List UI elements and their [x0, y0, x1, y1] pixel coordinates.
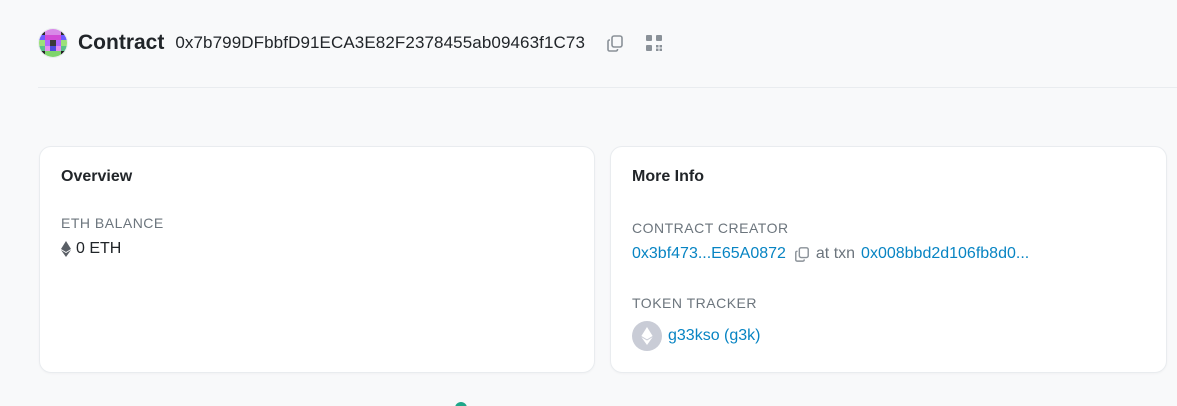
- overview-card: Overview ETH BALANCE 0 ETH: [39, 146, 595, 373]
- contract-page: Contract 0x7b799DFbbfD91ECA3E82F2378455a…: [0, 0, 1177, 406]
- status-indicator-dot: [455, 402, 467, 406]
- page-header: Contract 0x7b799DFbbfD91ECA3E82F2378455a…: [38, 26, 681, 60]
- contract-avatar: [38, 28, 68, 58]
- ethereum-token-icon: [632, 321, 662, 351]
- eth-balance-value: 0 ETH: [76, 240, 122, 257]
- copy-creator-icon[interactable]: [794, 246, 810, 262]
- creator-address-link[interactable]: 0x3bf473...E65A0872: [632, 245, 786, 263]
- contract-creator-row: 0x3bf473...E65A0872 at txn 0x008bbd2d106…: [632, 245, 1029, 263]
- more-info-title: More Info: [632, 168, 704, 185]
- creation-txn-link[interactable]: 0x008bbd2d106fb8d0...: [861, 245, 1029, 263]
- qr-code-icon[interactable]: [642, 31, 666, 55]
- page-title: Contract: [78, 31, 165, 54]
- copy-icon[interactable]: [603, 31, 627, 55]
- ethereum-icon: [61, 241, 71, 257]
- at-txn-text: at txn: [815, 245, 856, 262]
- eth-balance-row: 0 ETH: [61, 240, 121, 258]
- overview-title: Overview: [61, 168, 133, 185]
- contract-creator-label: CONTRACT CREATOR: [632, 220, 789, 236]
- more-info-card: More Info CONTRACT CREATOR 0x3bf473...E6…: [610, 146, 1167, 373]
- token-tracker-link[interactable]: g33kso (g3k): [668, 327, 761, 345]
- contract-address: 0x7b799DFbbfD91ECA3E82F2378455ab09463f1C…: [175, 33, 586, 52]
- eth-balance-label: ETH BALANCE: [61, 215, 164, 231]
- header-divider: [38, 87, 1177, 88]
- token-tracker-row: g33kso (g3k): [632, 321, 761, 351]
- token-tracker-label: TOKEN TRACKER: [632, 295, 758, 311]
